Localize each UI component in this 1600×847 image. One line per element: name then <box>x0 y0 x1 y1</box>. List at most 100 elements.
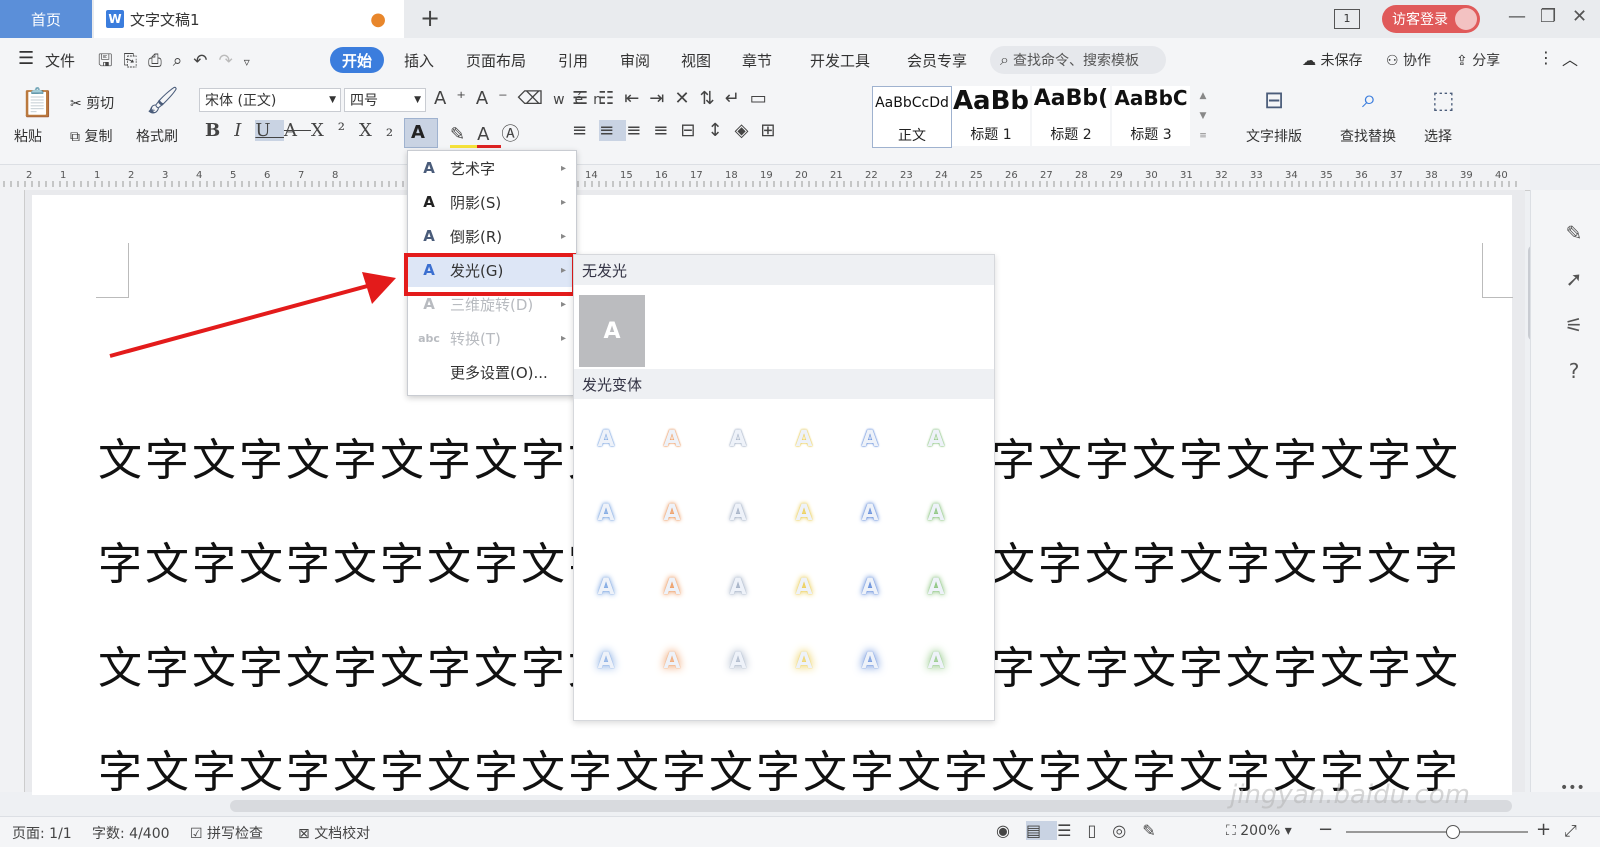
tab-review[interactable]: 审阅 <box>620 50 650 71</box>
eye-icon[interactable]: ◉ <box>996 821 1026 840</box>
no-glow-option[interactable]: A <box>579 295 645 367</box>
char-border-icon[interactable]: Ⓐ <box>501 124 531 145</box>
align-right-icon[interactable]: ≡ <box>626 120 653 141</box>
zoom-in-icon[interactable]: + <box>1536 819 1551 840</box>
glow-variant[interactable]: A <box>784 493 824 533</box>
help-icon[interactable]: ? <box>1560 348 1588 394</box>
highlight-icon[interactable]: ✎ <box>450 124 478 148</box>
text-layout-button[interactable]: 文字排版 <box>1246 126 1302 146</box>
subscript-icon[interactable]: X₂ <box>359 120 407 141</box>
menu-item-shadow[interactable]: A 阴影(S) ▸ <box>408 185 576 219</box>
glow-variant[interactable]: A <box>652 493 692 533</box>
glow-variant[interactable]: A <box>652 567 692 607</box>
copy-button[interactable]: ⧉ 复制 <box>70 126 112 146</box>
font-size-select[interactable]: 四号 ▼ <box>344 88 426 112</box>
tab-member[interactable]: 会员专享 <box>907 50 967 71</box>
zoom-slider-track[interactable] <box>1346 831 1528 833</box>
select-button[interactable]: 选择 <box>1424 126 1452 146</box>
collab-button[interactable]: ⚇ 协作 <box>1386 50 1431 70</box>
spell-check-button[interactable]: ☑ 拼写检查 <box>190 823 263 843</box>
align-center-icon[interactable]: ≡ <box>599 120 627 141</box>
glow-variant[interactable]: A <box>916 641 956 681</box>
unsaved-status[interactable]: ☁ 未保存 <box>1302 50 1362 70</box>
command-search-box[interactable]: ⌕ 查找命令、搜索模板 <box>990 46 1166 74</box>
glow-variant[interactable]: A <box>916 493 956 533</box>
minimize-icon[interactable]: — <box>1508 6 1526 27</box>
tab-home[interactable]: 首页 <box>0 0 92 38</box>
distribute-icon[interactable]: ⊟ <box>680 120 707 141</box>
settings-slider-icon[interactable]: ⚟ <box>1560 302 1588 348</box>
pen-icon[interactable]: ✎ <box>1560 210 1588 256</box>
horizontal-ruler[interactable]: 2 1 1 2 3 4 5 6 7 8 14 15 16 17 18 19 20 21 22 23 24 25 26 27 28… <box>0 165 1530 191</box>
collapse-ribbon-icon[interactable]: ︿ <box>1562 46 1578 70</box>
brush-icon[interactable]: 🖌 <box>146 86 179 116</box>
glow-variant[interactable]: A <box>586 493 626 533</box>
styles-scroll[interactable]: ▲ ▼ ≡ <box>1196 86 1210 146</box>
tab-page-layout[interactable]: 页面布局 <box>466 50 526 71</box>
page-indicator[interactable]: 页面: 1/1 <box>12 823 72 843</box>
menu-item-more-settings[interactable]: 更多设置(O)... <box>408 355 576 389</box>
underline-icon[interactable]: U <box>255 120 284 141</box>
tab-document[interactable]: W 文字文稿1 ● <box>94 0 404 38</box>
tab-references[interactable]: 引用 <box>558 50 588 71</box>
tab-chapter[interactable]: 章节 <box>742 50 772 71</box>
style-heading-2[interactable]: AaBb(标题 2 <box>1032 86 1110 146</box>
shading-icon[interactable]: ◈ <box>735 120 761 141</box>
cut-button[interactable]: ✂ 剪切 <box>70 93 114 113</box>
outline-view-icon[interactable]: ☰ <box>1057 821 1087 840</box>
window-layout-icon[interactable]: 1 <box>1334 9 1360 29</box>
format-painter-button[interactable]: 格式刷 <box>136 126 178 146</box>
glow-variant[interactable]: A <box>586 567 626 607</box>
share-button[interactable]: ⇪ 分享 <box>1456 50 1500 70</box>
print-icon[interactable]: ⎙ <box>148 51 173 71</box>
align-left-icon[interactable]: ≡ <box>572 120 599 141</box>
pointer-icon[interactable]: ➚ <box>1560 256 1588 302</box>
menu-item-reflection[interactable]: A 倒影(R) ▸ <box>408 219 576 253</box>
undo-icon[interactable]: ↶ <box>193 51 218 71</box>
tab-insert[interactable]: 插入 <box>404 50 434 71</box>
zoom-out-icon[interactable]: − <box>1318 819 1333 840</box>
file-menu[interactable]: 文件 <box>45 50 75 71</box>
tab-start[interactable]: 开始 <box>330 47 384 73</box>
find-replace-icon[interactable]: ⌕ <box>1362 84 1377 115</box>
borders-icon[interactable]: ⊞ <box>760 120 787 141</box>
text-effects-button[interactable]: A <box>404 118 438 148</box>
proofread-button[interactable]: ⊠ 文档校对 <box>298 823 370 843</box>
fullscreen-icon[interactable]: ⤢ <box>1564 821 1577 841</box>
bullet-list-icon[interactable]: ☰ <box>572 88 598 109</box>
glow-variant[interactable]: A <box>784 567 824 607</box>
print-preview-icon[interactable]: ⌕ <box>173 51 194 71</box>
sort-icon[interactable]: ⇅ <box>700 88 725 109</box>
strikethrough-icon[interactable]: A <box>284 120 311 141</box>
style-normal[interactable]: AaBbCcDd 正文 <box>872 86 952 148</box>
show-marks-icon[interactable]: ↵ <box>725 88 750 109</box>
text-layout-icon[interactable]: ⊟ <box>1264 86 1284 114</box>
style-heading-1[interactable]: AaBb 标题 1 <box>952 86 1030 146</box>
tab-developer[interactable]: 开发工具 <box>810 50 870 71</box>
glow-variant[interactable]: A <box>586 641 626 681</box>
glow-variant[interactable]: A <box>718 641 758 681</box>
paste-icon[interactable]: 📋 <box>20 86 55 119</box>
bold-icon[interactable]: B <box>205 120 234 141</box>
grow-font-icon[interactable]: A⁺ <box>434 88 476 109</box>
glow-variant[interactable]: A <box>850 493 890 533</box>
glow-variant[interactable]: A <box>652 641 692 681</box>
glow-variant[interactable]: A <box>784 419 824 459</box>
zoom-select[interactable]: ⛶ 200% ▾ <box>1226 823 1292 839</box>
restore-icon[interactable]: ❐ <box>1540 6 1556 27</box>
glow-variant[interactable]: A <box>784 641 824 681</box>
outdent-icon[interactable]: ⇤ <box>624 88 649 109</box>
glow-variant[interactable]: A <box>586 419 626 459</box>
glow-variant[interactable]: A <box>916 567 956 607</box>
quick-access-toolbar[interactable]: 🖫⎘⎙⌕↶↷▿ <box>98 48 261 77</box>
select-icon[interactable]: ⬚ <box>1432 86 1455 114</box>
page-view-icon[interactable]: ▤ <box>1025 821 1058 840</box>
glow-variant[interactable]: A <box>850 567 890 607</box>
glow-variant[interactable]: A <box>850 641 890 681</box>
glow-variant[interactable]: A <box>850 419 890 459</box>
word-count[interactable]: 字数: 4/400 <box>92 823 170 843</box>
login-button[interactable]: 访客登录 <box>1382 5 1480 33</box>
font-name-select[interactable]: 宋体 (正文) ▼ <box>199 88 341 112</box>
glow-variant[interactable]: A <box>916 419 956 459</box>
reading-view-icon[interactable]: ▯ <box>1087 821 1112 840</box>
